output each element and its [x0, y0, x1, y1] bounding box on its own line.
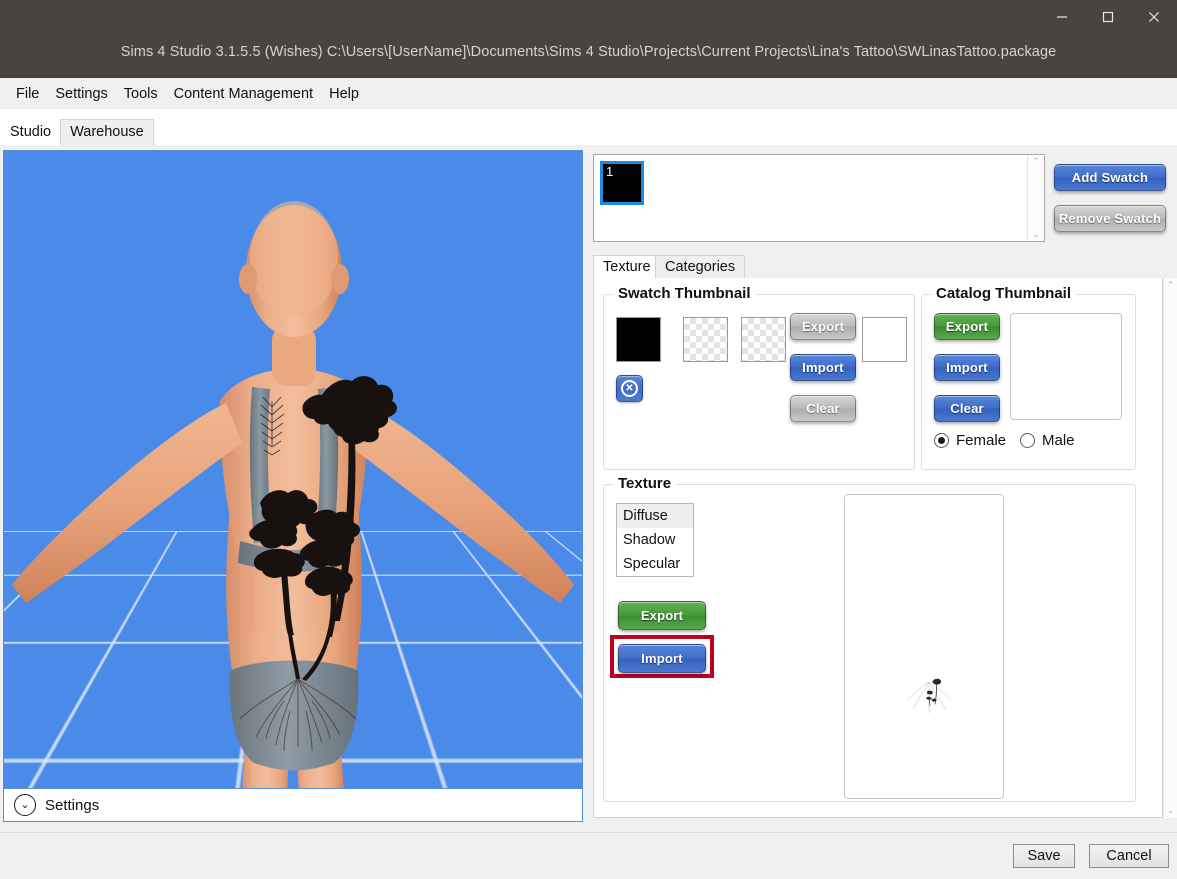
texture-preview-image: [906, 678, 952, 713]
sim-model-render: [12, 201, 574, 788]
texture-preview[interactable]: [844, 494, 1004, 799]
swatch-thumbnail-import-button[interactable]: Import: [790, 354, 856, 381]
catalog-thumbnail-preview: [1010, 313, 1122, 420]
texture-group-title: Texture: [613, 475, 677, 492]
catalog-thumbnail-title: Catalog Thumbnail: [931, 285, 1076, 302]
remove-swatch-button[interactable]: Remove Swatch: [1054, 205, 1166, 232]
editor-panel-scrollbar[interactable]: ⌃ ⌄: [1163, 278, 1177, 818]
menu-settings[interactable]: Settings: [47, 82, 115, 106]
swatch-item-1[interactable]: 1: [600, 161, 644, 205]
texture-export-button[interactable]: Export: [618, 601, 706, 630]
tab-studio[interactable]: Studio: [0, 119, 62, 145]
catalog-thumbnail-clear-button[interactable]: Clear: [934, 395, 1000, 422]
menu-bar: File Settings Tools Content Management H…: [0, 78, 1177, 109]
reset-swatch-thumbnail-button[interactable]: ✕: [616, 375, 643, 402]
catalog-thumbnail-export-button[interactable]: Export: [934, 313, 1000, 340]
swatch-list-scrollbar[interactable]: ⌃ ⌄: [1027, 155, 1044, 241]
main-tab-bar: Studio Warehouse: [0, 109, 1177, 145]
title-bar: Sims 4 Studio 3.1.5.5 (Wishes) C:\Users\…: [0, 0, 1177, 78]
swatch-thumb-primary[interactable]: [616, 317, 661, 362]
footer-bar: Save Cancel: [0, 832, 1177, 879]
swatch-thumb-tertiary[interactable]: [741, 317, 786, 362]
tab-texture[interactable]: Texture: [593, 255, 661, 279]
editor-sub-tabs: Texture Categories: [593, 255, 1173, 279]
panel-scroll-down-icon[interactable]: ⌄: [1167, 806, 1175, 815]
catalog-thumbnail-import-button[interactable]: Import: [934, 354, 1000, 381]
catalog-thumbnail-group: Catalog Thumbnail Export Import Clear Fe…: [921, 285, 1136, 470]
model-viewport[interactable]: L L: [4, 151, 582, 788]
radio-female-icon[interactable]: [934, 433, 949, 448]
close-circle-icon: ✕: [621, 380, 638, 397]
swatch-thumbnail-clear-button[interactable]: Clear: [790, 395, 856, 422]
texture-list-item-diffuse[interactable]: Diffuse: [617, 504, 693, 528]
add-swatch-button[interactable]: Add Swatch: [1054, 164, 1166, 191]
swatch-list[interactable]: 1 ⌃ ⌄: [593, 154, 1045, 242]
gender-male-option[interactable]: Male: [1020, 432, 1075, 449]
texture-tab-body: Swatch Thumbnail ✕ Export Import Clear C…: [593, 278, 1163, 818]
texture-list-item-shadow[interactable]: Shadow: [617, 528, 693, 552]
model-viewport-panel: L L ⌄ Settings: [3, 150, 583, 822]
close-icon: [1149, 12, 1159, 22]
scroll-down-icon[interactable]: ⌄: [1032, 230, 1040, 239]
window-title: Sims 4 Studio 3.1.5.5 (Wishes) C:\Users\…: [120, 44, 1057, 60]
close-button[interactable]: [1131, 0, 1177, 34]
viewport-settings-bar[interactable]: ⌄ Settings: [4, 788, 582, 821]
window-controls: [1039, 0, 1177, 34]
menu-content-management[interactable]: Content Management: [166, 82, 321, 106]
maximize-icon: [1102, 11, 1114, 23]
panel-scroll-up-icon[interactable]: ⌃: [1167, 281, 1175, 290]
minimize-icon: [1057, 16, 1067, 18]
scroll-up-icon[interactable]: ⌃: [1032, 157, 1040, 166]
tab-warehouse[interactable]: Warehouse: [60, 119, 154, 145]
swatch-thumbnail-group: Swatch Thumbnail ✕ Export Import Clear: [603, 285, 915, 470]
swatch-thumbnail-export-button[interactable]: Export: [790, 313, 856, 340]
tab-categories[interactable]: Categories: [655, 255, 746, 279]
gender-male-label: Male: [1042, 432, 1075, 449]
texture-group: Texture Diffuse Shadow Specular Export I…: [603, 475, 1136, 802]
texture-type-list[interactable]: Diffuse Shadow Specular: [616, 503, 694, 577]
viewport-settings-label: Settings: [45, 796, 100, 814]
gender-female-label: Female: [956, 432, 1007, 449]
maximize-button[interactable]: [1085, 0, 1131, 34]
menu-tools[interactable]: Tools: [116, 82, 166, 106]
minimize-button[interactable]: [1039, 0, 1085, 34]
chevron-down-icon: ⌄: [14, 794, 36, 816]
save-button[interactable]: Save: [1013, 844, 1075, 868]
texture-import-button[interactable]: Import: [618, 644, 706, 673]
menu-help[interactable]: Help: [321, 82, 367, 106]
swatch-thumbnail-preview: [862, 317, 907, 362]
menu-file[interactable]: File: [8, 82, 47, 106]
swatch-thumbnail-title: Swatch Thumbnail: [613, 285, 756, 302]
cancel-button[interactable]: Cancel: [1089, 844, 1169, 868]
texture-list-item-specular[interactable]: Specular: [617, 552, 693, 576]
editor-panel: 1 ⌃ ⌄ Add Swatch Remove Swatch Texture C…: [592, 150, 1177, 826]
swatch-thumb-secondary[interactable]: [683, 317, 728, 362]
gender-female-option[interactable]: Female: [934, 432, 1006, 449]
radio-male-icon[interactable]: [1020, 433, 1035, 448]
